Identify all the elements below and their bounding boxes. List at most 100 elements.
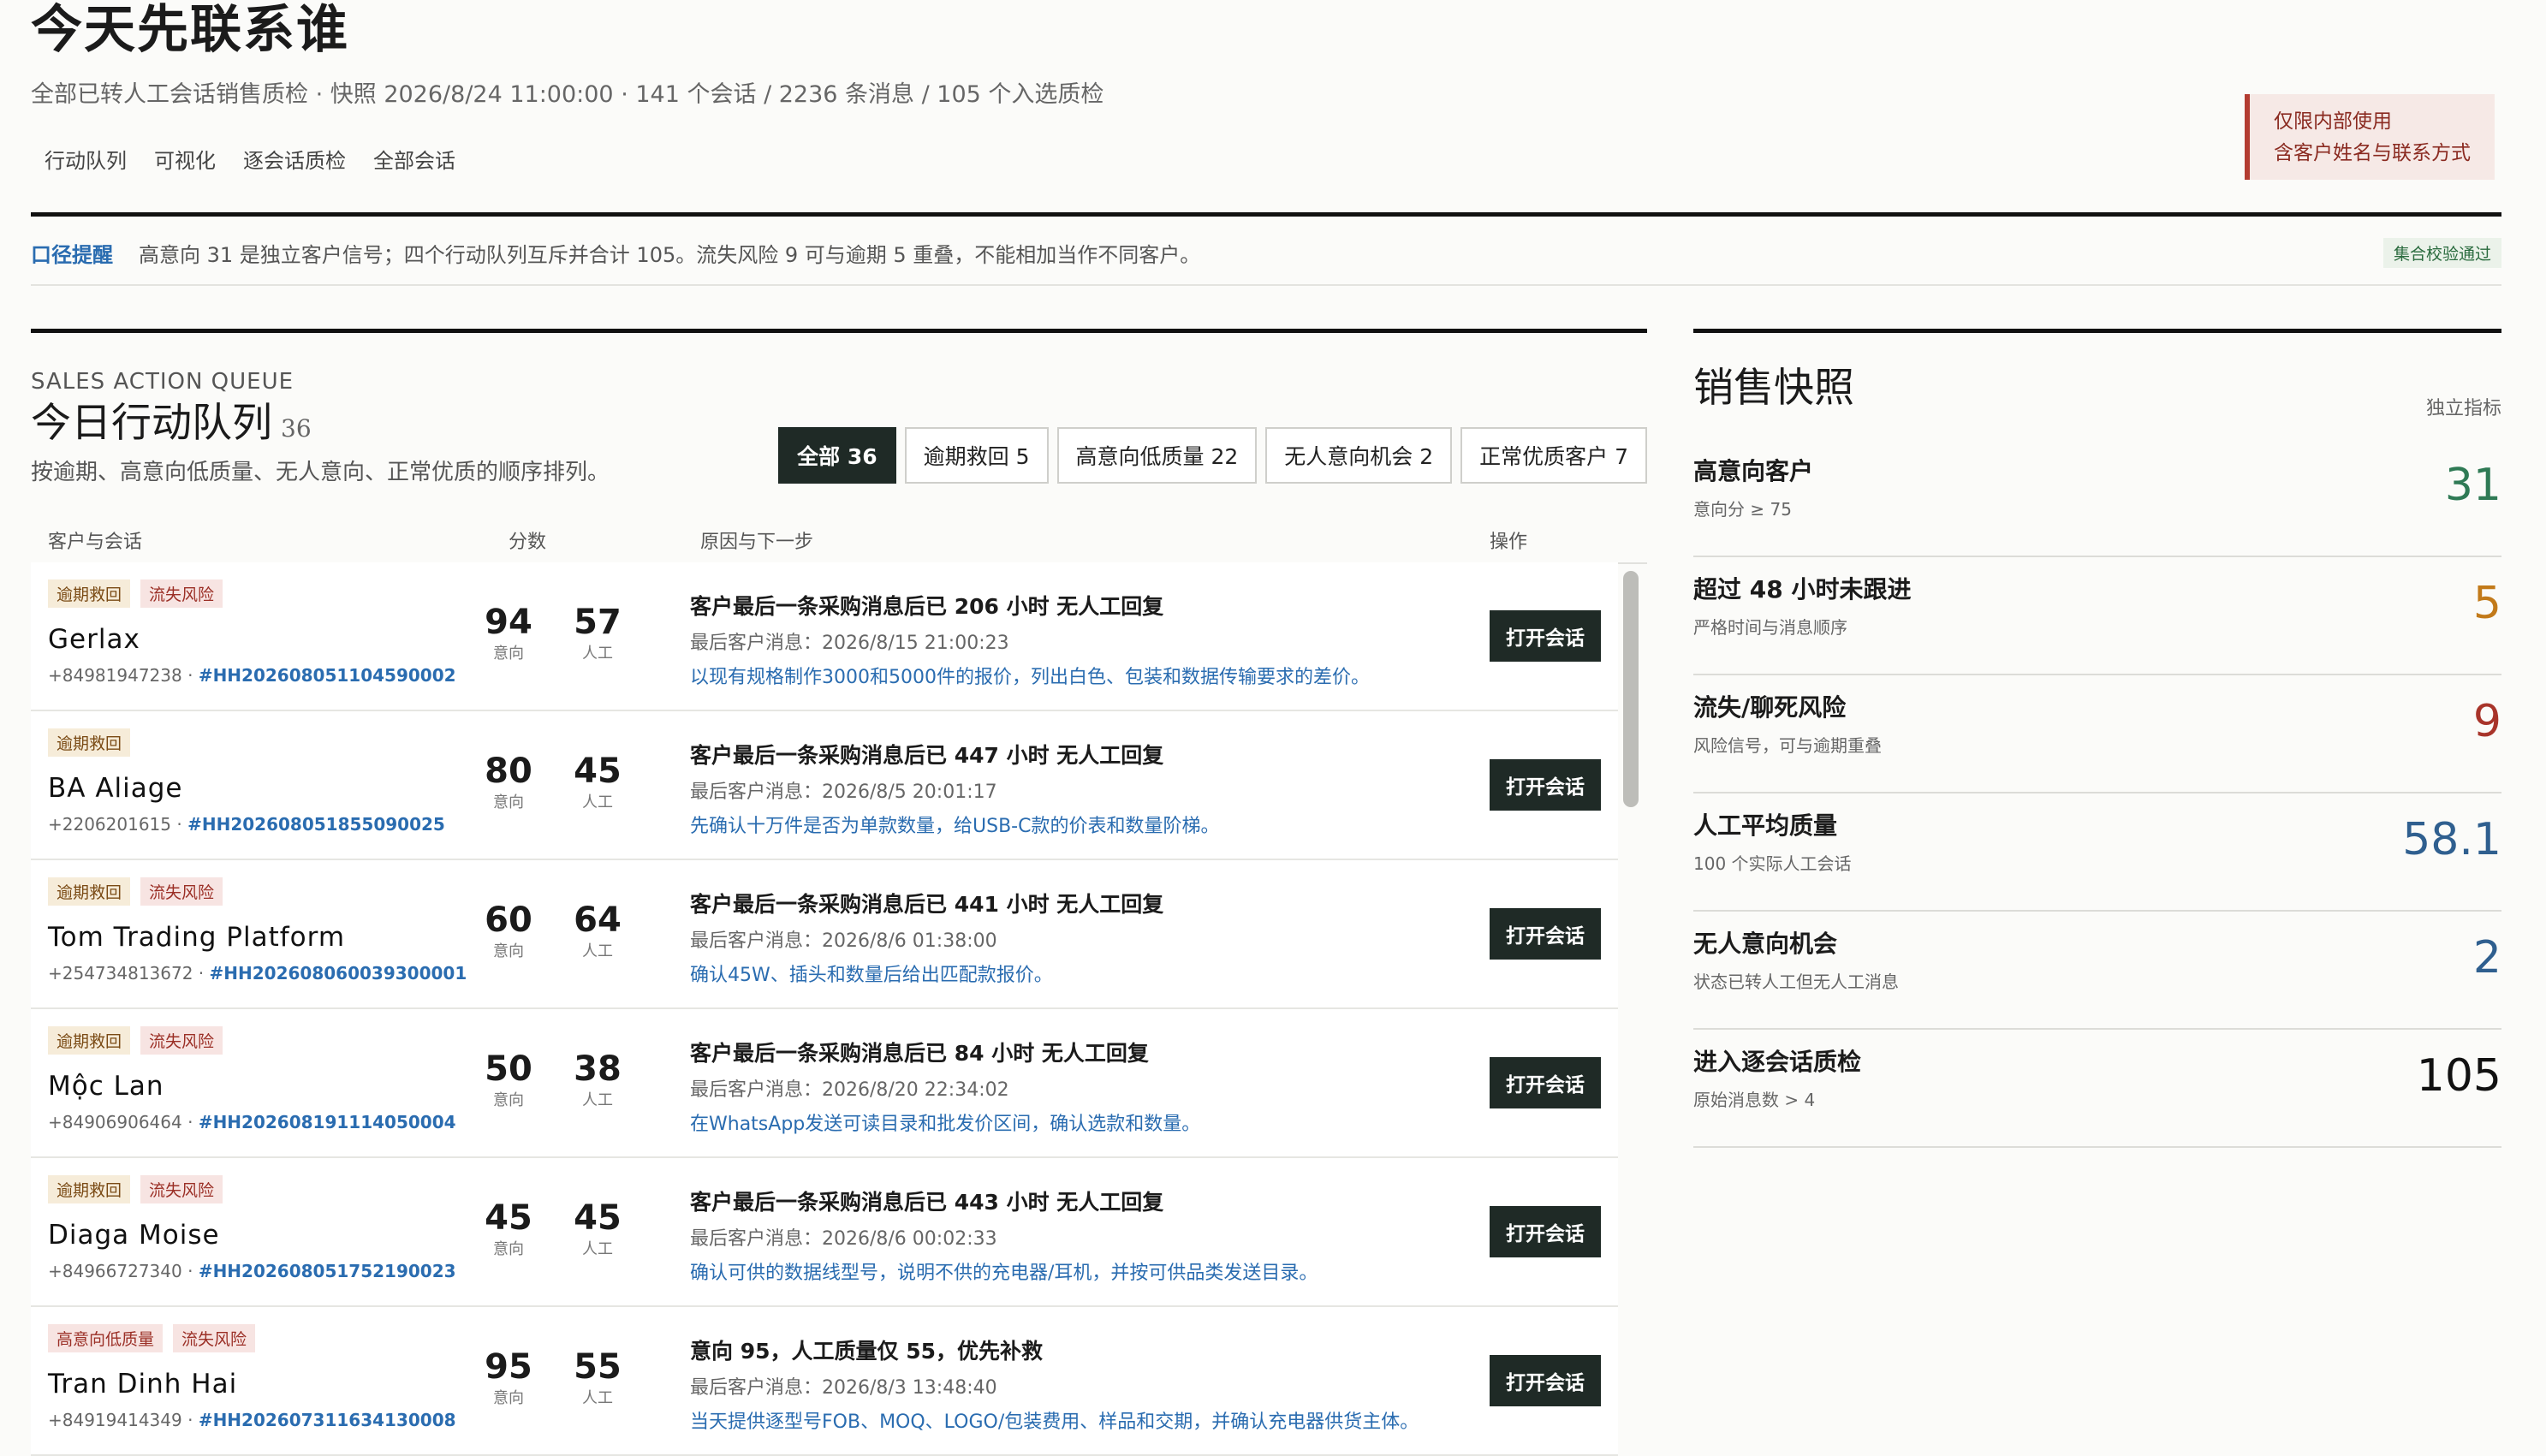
metric-label: 无人意向机会 [1693,930,1838,958]
metric-value: 58.1 [2402,814,2501,865]
metric-card: 无人意向机会 状态已转人工但无人工消息 2 [1693,912,2501,1030]
meta-separator: · [181,1261,199,1281]
next-step: 确认45W、插头和数量后给出匹配款报价。 [690,965,1053,986]
reason-block: 客户最后一条采购消息后已 206 小时 无人工回复最后客户消息：2026/8/1… [690,590,1478,689]
nav-action-queue[interactable]: 行动队列 [31,140,140,177]
human-score-label: 人工 [582,645,613,663]
nav-visualization[interactable]: 可视化 [140,140,229,177]
open-session-button[interactable]: 打开会话 [1490,759,1601,811]
queue-filters: 全部 36 逾期救回 5 高意向低质量 22 无人意向机会 2 正常优质客户 7 [778,427,1647,484]
customer-name: Mộc Lan [48,1071,164,1102]
sales-snapshot-panel: 销售快照 独立指标 高意向客户 意向分 ≥ 75 31 超过 48 小时未跟进 严格时间… [1693,329,2501,1189]
metric-card: 高意向客户 意向分 ≥ 75 31 [1693,439,2501,557]
intent-score: 94 意向 [474,603,543,663]
filter-unattended-intent[interactable]: 无人意向机会 2 [1265,427,1453,484]
reason-title: 客户最后一条采购消息后已 206 小时 无人工回复 [690,594,1164,619]
action-queue-panel: SALES ACTION QUEUE 今日行动队列 36 按逾期、高意向低质量、无… [31,329,1647,1456]
queue-table-header: 客户与会话 分数 原因与下一步 操作 [31,520,1647,564]
reason-block: 客户最后一条采购消息后已 443 小时 无人工回复 最后客户消息：2026/8/6… [690,1186,1478,1285]
open-session-button[interactable]: 打开会话 [1490,1057,1601,1108]
human-score: 45 人工 [563,1199,632,1259]
metric-value: 31 [2444,460,2501,511]
human-score: 38 人工 [563,1050,632,1110]
row-tags: 高意向低质量 流失风险 [48,1324,256,1352]
next-step: 确认可供的数据线型号，说明不供的充电器/耳机，并按可供品类发送目录。 [690,1263,1318,1284]
queue-title-text: 今日行动队列 [31,400,272,447]
open-session-button[interactable]: 打开会话 [1490,610,1601,662]
queue-title: 今日行动队列 36 [31,398,312,455]
customer-name: Tom Trading Platform [48,922,346,953]
meta-separator: · [181,665,199,686]
customer-meta: +2206201615 · #HH202608051855090025 [48,814,445,835]
session-id-link[interactable]: #HH202607311634130008 [199,1410,456,1430]
metric-label: 超过 48 小时未跟进 [1693,575,1912,603]
caliber-bar: 口径提醒 高意向 31 是独立客户信号；四个行动队列互斥并合计 105。流失风险… [31,216,2501,286]
filter-overdue[interactable]: 逾期救回 5 [904,427,1049,484]
session-id-link[interactable]: #HH202608191114050004 [199,1112,456,1132]
queue-description: 按逾期、高意向低质量、无人意向、正常优质的顺序排列。 [31,460,610,485]
human-score-label: 人工 [582,942,613,960]
last-customer-message: 最后客户消息：2026/8/3 13:48:40 [690,1377,997,1399]
intent-score: 60 意向 [474,901,543,961]
metric-hint: 状态已转人工但无人工消息 [1693,972,1899,992]
last-customer-message: 最后客户消息：2026/8/20 22:34:02 [690,1079,1009,1101]
customer-phone: +84919414349 [48,1410,182,1430]
intent-score-value: 95 [485,1347,532,1387]
intent-score-label: 意向 [493,942,524,960]
snapshot-title: 销售快照 [1693,365,1854,412]
intent-score-value: 94 [485,603,532,642]
queue-row: 高意向低质量 流失风险 Tran Dinh Hai +84919414349 · #H… [31,1307,1618,1456]
col-score: 分数 [509,532,547,553]
queue-row: 逾期救回 BA Aliage +2206201615 · #HH2026080518… [31,711,1618,860]
open-session-button[interactable]: 打开会话 [1490,1206,1601,1257]
session-id-link[interactable]: #HH202608051104590002 [199,665,456,686]
page-title: 今天先联系谁 [31,0,349,60]
reason-title: 客户最后一条采购消息后已 84 小时 无人工回复 [690,1041,1149,1066]
top-nav: 行动队列 可视化 逐会话质检 全部会话 [31,140,469,177]
session-id-link[interactable]: #HH202608051855090025 [187,814,445,835]
metric-hint: 原始消息数 > 4 [1693,1090,1816,1110]
human-score-label: 人工 [582,1240,613,1258]
last-customer-message: 最后客户消息：2026/8/5 20:01:17 [690,781,997,803]
filter-high-intent-low-quality[interactable]: 高意向低质量 22 [1056,427,1258,484]
snapshot-subtitle: 独立指标 [2425,398,2501,419]
meta-separator: · [181,1410,199,1430]
intent-score: 45 意向 [474,1199,543,1259]
human-score: 64 人工 [563,901,632,961]
queue-row: 逾期救回 流失风险 Diaga Moise +84966727340 · #HH202… [31,1158,1618,1307]
metric-label: 进入逐会话质检 [1693,1048,1862,1076]
customer-meta: +84906906464 · #HH202608191114050004 [48,1112,456,1132]
open-session-button[interactable]: 打开会话 [1490,1355,1601,1406]
reason-block: 意向 95，人工质量仅 55，优先补救 最后客户消息：2026/8/3 13:48… [690,1334,1478,1434]
nav-all-sessions[interactable]: 全部会话 [360,140,469,177]
human-score-value: 55 [574,1347,622,1387]
tag-risk: 流失风险 [140,1175,223,1203]
session-id-link[interactable]: #HH202608060039300001 [210,963,467,984]
human-score-value: 45 [574,752,622,791]
filter-all[interactable]: 全部 36 [778,427,896,484]
customer-meta: +254734813672 · #HH202608060039300001 [48,963,467,984]
next-step: 先确认十万件是否为单款数量，给USB-C款的价表和数量阶梯。 [690,816,1220,837]
intent-score-label: 意向 [493,1240,524,1258]
queue-scrollbar[interactable] [1623,571,1639,807]
human-score-value: 45 [574,1198,622,1238]
col-reason: 原因与下一步 [700,532,814,553]
open-session-button[interactable]: 打开会话 [1490,908,1601,960]
notice-line-2: 含客户姓名与联系方式 [2274,142,2471,164]
caliber-label: 口径提醒 [31,243,113,267]
customer-phone: +84906906464 [48,1112,182,1132]
customer-meta: +84919414349 · #HH202607311634130008 [48,1410,456,1430]
metric-card: 流失/聊死风险 风险信号，可与逾期重叠 9 [1693,675,2501,793]
reason-title: 意向 95，人工质量仅 55，优先补救 [690,1339,1043,1364]
human-score: 55 人工 [563,1348,632,1408]
tag-overdue: 逾期救回 [48,877,131,906]
metric-card: 人工平均质量 100 个实际人工会话 58.1 [1693,793,2501,912]
nav-per-session-qa[interactable]: 逐会话质检 [229,140,360,177]
intent-score-value: 50 [485,1049,532,1089]
meta-separator: · [171,814,188,835]
filter-normal-quality[interactable]: 正常优质客户 7 [1460,427,1647,484]
session-id-link[interactable]: #HH202608051752190023 [199,1261,456,1281]
metric-hint: 风险信号，可与逾期重叠 [1693,735,1882,756]
last-customer-message: 最后客户消息：2026/8/15 21:00:23 [690,633,1009,654]
tag-risk: 流失风险 [140,579,223,608]
